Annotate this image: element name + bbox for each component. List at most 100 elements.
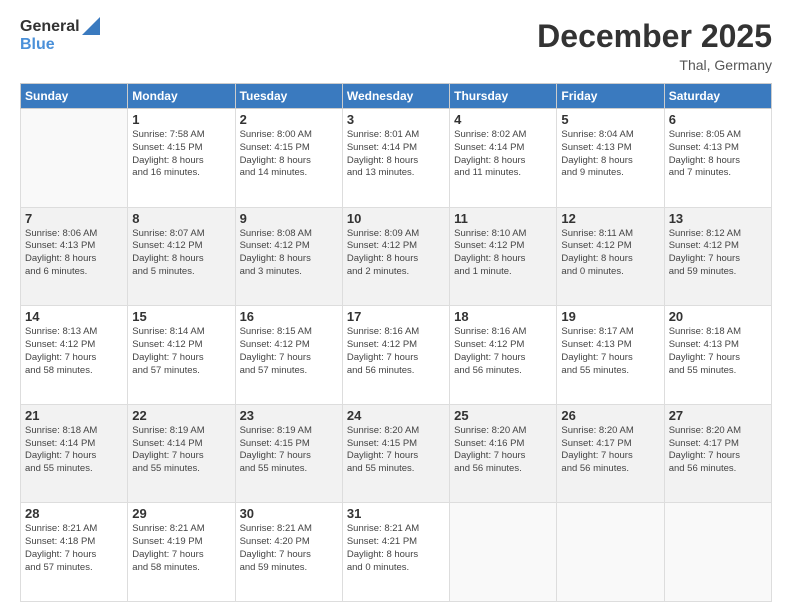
cell-details: Sunrise: 8:20 AMSunset: 4:15 PMDaylight:… xyxy=(347,425,445,476)
day-number: 23 xyxy=(240,408,338,423)
calendar-cell: 16 Sunrise: 8:15 AMSunset: 4:12 PMDayligh… xyxy=(235,306,342,405)
logo-blue-text: Blue xyxy=(20,36,55,54)
day-number: 8 xyxy=(132,211,230,226)
cell-details: Sunrise: 8:06 AMSunset: 4:13 PMDaylight:… xyxy=(25,228,123,279)
cell-details: Sunrise: 8:20 AMSunset: 4:17 PMDaylight:… xyxy=(669,425,767,476)
calendar-week-row: 1 Sunrise: 7:58 AMSunset: 4:15 PMDaylight… xyxy=(21,109,772,208)
calendar-cell: 11Sunrise: 8:10 AMSunset: 4:12 PMDayligh… xyxy=(450,207,557,306)
cell-details: Sunrise: 8:17 AMSunset: 4:13 PMDaylight:… xyxy=(561,326,659,377)
day-number: 3 xyxy=(347,112,445,127)
cell-details: Sunrise: 8:04 AMSunset: 4:13 PMDaylight:… xyxy=(561,129,659,180)
logo-general-text: General xyxy=(20,18,80,36)
day-number: 15 xyxy=(132,309,230,324)
logo-icon xyxy=(82,17,100,35)
calendar-cell xyxy=(557,503,664,602)
day-number: 6 xyxy=(669,112,767,127)
calendar-cell: 2Sunrise: 8:00 AMSunset: 4:15 PMDaylight… xyxy=(235,109,342,208)
day-number: 1 xyxy=(132,112,230,127)
calendar-cell: 25 Sunrise: 8:20 AMSunset: 4:16 PMDayligh… xyxy=(450,404,557,503)
title-area: December 2025 Thal, Germany xyxy=(537,18,772,73)
cell-details: Sunrise: 8:20 AMSunset: 4:17 PMDaylight:… xyxy=(561,425,659,476)
calendar-cell: 12 Sunrise: 8:11 AMSunset: 4:12 PMDayligh… xyxy=(557,207,664,306)
day-header-wednesday: Wednesday xyxy=(342,84,449,109)
cell-details: Sunrise: 8:12 AMSunset: 4:12 PMDaylight:… xyxy=(669,228,767,279)
day-number: 17 xyxy=(347,309,445,324)
day-number: 5 xyxy=(561,112,659,127)
calendar-cell: 22Sunrise: 8:19 AMSunset: 4:14 PMDayligh… xyxy=(128,404,235,503)
cell-details: Sunrise: 8:01 AMSunset: 4:14 PMDaylight:… xyxy=(347,129,445,180)
cell-details: Sunrise: 8:07 AMSunset: 4:12 PMDaylight:… xyxy=(132,228,230,279)
cell-details: Sunrise: 8:18 AMSunset: 4:14 PMDaylight:… xyxy=(25,425,123,476)
day-number: 16 xyxy=(240,309,338,324)
day-number: 14 xyxy=(25,309,123,324)
cell-details: Sunrise: 8:09 AMSunset: 4:12 PMDaylight:… xyxy=(347,228,445,279)
calendar-cell: 23 Sunrise: 8:19 AMSunset: 4:15 PMDayligh… xyxy=(235,404,342,503)
calendar-cell: 8 Sunrise: 8:07 AMSunset: 4:12 PMDaylight… xyxy=(128,207,235,306)
day-number: 24 xyxy=(347,408,445,423)
calendar-cell: 17 Sunrise: 8:16 AMSunset: 4:12 PMDayligh… xyxy=(342,306,449,405)
cell-details: Sunrise: 8:21 AMSunset: 4:21 PMDaylight:… xyxy=(347,523,445,574)
location-subtitle: Thal, Germany xyxy=(537,57,772,73)
day-number: 25 xyxy=(454,408,552,423)
cell-details: Sunrise: 8:13 AMSunset: 4:12 PMDaylight:… xyxy=(25,326,123,377)
day-header-saturday: Saturday xyxy=(664,84,771,109)
cell-details: Sunrise: 8:19 AMSunset: 4:15 PMDaylight:… xyxy=(240,425,338,476)
cell-details: Sunrise: 8:14 AMSunset: 4:12 PMDaylight:… xyxy=(132,326,230,377)
calendar-cell: 9 Sunrise: 8:08 AMSunset: 4:12 PMDaylight… xyxy=(235,207,342,306)
calendar-page: General Blue December 2025 Thal, Germany… xyxy=(0,0,792,612)
calendar-cell: 1 Sunrise: 7:58 AMSunset: 4:15 PMDaylight… xyxy=(128,109,235,208)
cell-details: Sunrise: 8:15 AMSunset: 4:12 PMDaylight:… xyxy=(240,326,338,377)
day-number: 21 xyxy=(25,408,123,423)
day-number: 31 xyxy=(347,506,445,521)
day-header-friday: Friday xyxy=(557,84,664,109)
day-number: 28 xyxy=(25,506,123,521)
day-number: 12 xyxy=(561,211,659,226)
cell-details: Sunrise: 8:21 AMSunset: 4:19 PMDaylight:… xyxy=(132,523,230,574)
calendar-cell: 4Sunrise: 8:02 AMSunset: 4:14 PMDaylight… xyxy=(450,109,557,208)
day-number: 10 xyxy=(347,211,445,226)
calendar-cell: 24 Sunrise: 8:20 AMSunset: 4:15 PMDayligh… xyxy=(342,404,449,503)
day-number: 4 xyxy=(454,112,552,127)
day-number: 13 xyxy=(669,211,767,226)
day-number: 7 xyxy=(25,211,123,226)
calendar-cell: 29 Sunrise: 8:21 AMSunset: 4:19 PMDayligh… xyxy=(128,503,235,602)
cell-details: Sunrise: 8:08 AMSunset: 4:12 PMDaylight:… xyxy=(240,228,338,279)
calendar-cell: 21 Sunrise: 8:18 AMSunset: 4:14 PMDayligh… xyxy=(21,404,128,503)
day-number: 27 xyxy=(669,408,767,423)
cell-details: Sunrise: 7:58 AMSunset: 4:15 PMDaylight:… xyxy=(132,129,230,180)
header: General Blue December 2025 Thal, Germany xyxy=(20,18,772,73)
day-number: 9 xyxy=(240,211,338,226)
cell-details: Sunrise: 8:05 AMSunset: 4:13 PMDaylight:… xyxy=(669,129,767,180)
calendar-week-row: 14 Sunrise: 8:13 AMSunset: 4:12 PMDayligh… xyxy=(21,306,772,405)
calendar-cell: 5 Sunrise: 8:04 AMSunset: 4:13 PMDaylight… xyxy=(557,109,664,208)
calendar-cell: 20Sunrise: 8:18 AMSunset: 4:13 PMDayligh… xyxy=(664,306,771,405)
cell-details: Sunrise: 8:20 AMSunset: 4:16 PMDaylight:… xyxy=(454,425,552,476)
calendar-week-row: 28Sunrise: 8:21 AMSunset: 4:18 PMDayligh… xyxy=(21,503,772,602)
calendar-week-row: 7 Sunrise: 8:06 AMSunset: 4:13 PMDaylight… xyxy=(21,207,772,306)
day-number: 29 xyxy=(132,506,230,521)
day-number: 30 xyxy=(240,506,338,521)
calendar-cell: 3 Sunrise: 8:01 AMSunset: 4:14 PMDaylight… xyxy=(342,109,449,208)
calendar-cell: 15 Sunrise: 8:14 AMSunset: 4:12 PMDayligh… xyxy=(128,306,235,405)
cell-details: Sunrise: 8:00 AMSunset: 4:15 PMDaylight:… xyxy=(240,129,338,180)
day-header-thursday: Thursday xyxy=(450,84,557,109)
cell-details: Sunrise: 8:18 AMSunset: 4:13 PMDaylight:… xyxy=(669,326,767,377)
cell-details: Sunrise: 8:10 AMSunset: 4:12 PMDaylight:… xyxy=(454,228,552,279)
calendar-cell: 7 Sunrise: 8:06 AMSunset: 4:13 PMDaylight… xyxy=(21,207,128,306)
cell-details: Sunrise: 8:16 AMSunset: 4:12 PMDaylight:… xyxy=(454,326,552,377)
calendar-cell: 13 Sunrise: 8:12 AMSunset: 4:12 PMDayligh… xyxy=(664,207,771,306)
calendar-cell: 30Sunrise: 8:21 AMSunset: 4:20 PMDayligh… xyxy=(235,503,342,602)
cell-details: Sunrise: 8:11 AMSunset: 4:12 PMDaylight:… xyxy=(561,228,659,279)
calendar-cell: 19 Sunrise: 8:17 AMSunset: 4:13 PMDayligh… xyxy=(557,306,664,405)
calendar-cell xyxy=(450,503,557,602)
day-header-sunday: Sunday xyxy=(21,84,128,109)
cell-details: Sunrise: 8:16 AMSunset: 4:12 PMDaylight:… xyxy=(347,326,445,377)
day-number: 19 xyxy=(561,309,659,324)
cell-details: Sunrise: 8:19 AMSunset: 4:14 PMDaylight:… xyxy=(132,425,230,476)
calendar-cell: 28Sunrise: 8:21 AMSunset: 4:18 PMDayligh… xyxy=(21,503,128,602)
day-header-tuesday: Tuesday xyxy=(235,84,342,109)
calendar-cell: 14 Sunrise: 8:13 AMSunset: 4:12 PMDayligh… xyxy=(21,306,128,405)
calendar-cell: 10 Sunrise: 8:09 AMSunset: 4:12 PMDayligh… xyxy=(342,207,449,306)
logo: General Blue xyxy=(20,18,100,53)
day-number: 26 xyxy=(561,408,659,423)
